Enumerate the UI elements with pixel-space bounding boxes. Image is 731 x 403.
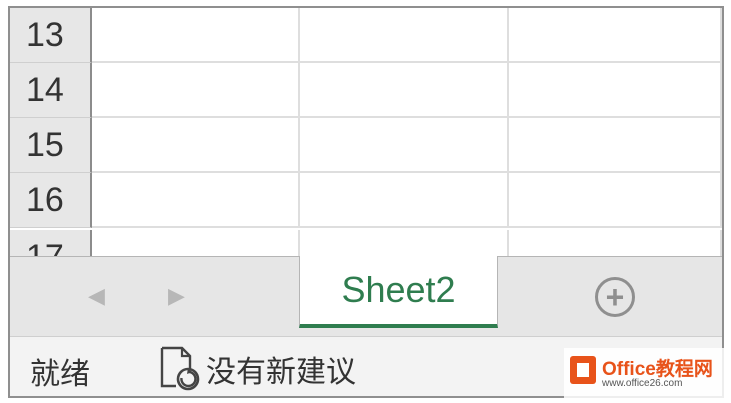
row-header[interactable]: 16 <box>10 173 92 228</box>
office-logo-icon <box>570 356 596 384</box>
cell[interactable] <box>92 173 300 228</box>
row-header[interactable]: 13 <box>10 8 92 63</box>
suggestion-status-text: 没有新建议 <box>206 355 356 390</box>
cell[interactable] <box>509 173 722 228</box>
prev-sheet-arrow-icon[interactable]: ◀ <box>88 281 105 311</box>
status-ready-text: 就绪 <box>30 357 90 392</box>
spreadsheet-window: 13 14 15 16 17 <box>8 6 724 398</box>
cell[interactable] <box>509 118 722 173</box>
next-sheet-arrow-icon[interactable]: ▶ <box>168 281 185 311</box>
tab-sheet2[interactable]: Sheet2 <box>299 256 498 328</box>
cell[interactable] <box>300 118 509 173</box>
row-header[interactable]: 14 <box>10 63 92 118</box>
tab-label: Sheet2 <box>341 269 456 310</box>
watermark-brand: Office教程网 <box>602 359 713 380</box>
cell[interactable] <box>300 173 509 228</box>
cell[interactable] <box>92 118 300 173</box>
table-row: 16 <box>10 173 722 228</box>
cell[interactable] <box>300 8 509 63</box>
cell[interactable] <box>92 230 300 256</box>
row-header[interactable]: 15 <box>10 118 92 173</box>
cell[interactable] <box>300 63 509 118</box>
plus-icon: + <box>605 279 625 315</box>
table-row: 15 <box>10 118 722 173</box>
watermark: Office教程网 www.office26.com <box>564 348 728 400</box>
sheet-tab-bar: ◀ ▶ Sheet2 + <box>10 256 722 336</box>
table-row: 14 <box>10 63 722 118</box>
cell[interactable] <box>509 230 722 256</box>
add-sheet-button[interactable]: + <box>595 277 635 317</box>
cell[interactable] <box>509 63 722 118</box>
document-refresh-icon[interactable] <box>158 346 202 392</box>
watermark-url: www.office26.com <box>602 378 683 389</box>
cell[interactable] <box>92 8 300 63</box>
cell[interactable] <box>92 63 300 118</box>
cell[interactable] <box>509 8 722 63</box>
row-header[interactable]: 17 <box>10 230 92 256</box>
cell[interactable] <box>300 230 509 256</box>
table-row: 13 <box>10 8 722 63</box>
table-row: 17 <box>10 230 722 256</box>
sheet-grid: 13 14 15 16 17 <box>10 8 722 256</box>
